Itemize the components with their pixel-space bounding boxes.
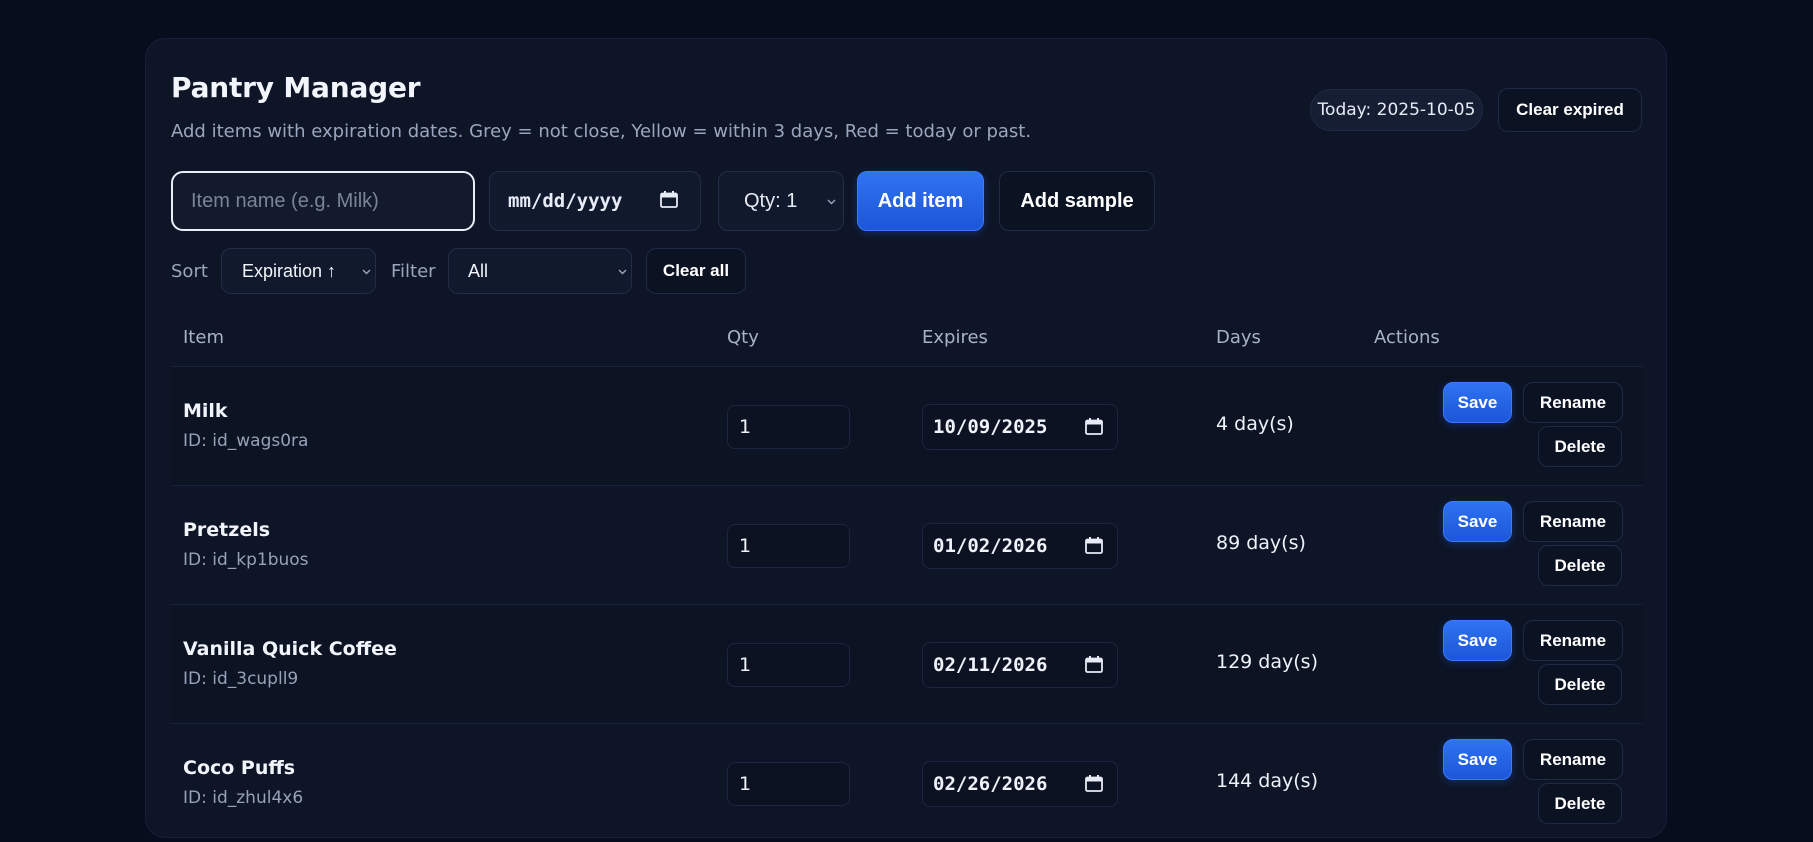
quantity-select[interactable]: Qty: 1 (718, 171, 844, 231)
chevron-down-icon (618, 269, 627, 275)
calendar-icon[interactable] (1085, 656, 1103, 673)
quantity-field[interactable]: 1 (727, 405, 850, 449)
rename-button[interactable]: Rename (1523, 501, 1623, 542)
item-id: ID: id_wags0ra (183, 431, 309, 451)
clear-expired-button[interactable]: Clear expired (1498, 88, 1642, 132)
chevron-down-icon (827, 199, 836, 205)
column-header-expires: Expires (922, 327, 988, 348)
item-name: Coco Puffs (183, 757, 296, 779)
column-header-qty: Qty (727, 327, 759, 348)
days-remaining: 4 day(s) (1216, 413, 1294, 435)
days-remaining: 144 day(s) (1216, 770, 1318, 792)
column-header-actions: Actions (1374, 327, 1440, 348)
quantity-field[interactable]: 1 (727, 524, 850, 568)
expiration-date-value: 01/02/2026 (933, 535, 1048, 557)
delete-button[interactable]: Delete (1538, 426, 1622, 467)
rename-button[interactable]: Rename (1523, 739, 1623, 780)
sort-select[interactable]: Expiration ↑ (221, 248, 376, 294)
table-row: Vanilla Quick Coffee ID: id_3cupll9 1 02… (171, 604, 1643, 723)
days-remaining: 89 day(s) (1216, 532, 1306, 554)
item-name: Pretzels (183, 519, 271, 541)
pantry-card: Pantry Manager Add items with expiration… (145, 38, 1667, 838)
quantity-field[interactable]: 1 (727, 762, 850, 806)
expiration-date-field[interactable]: 02/26/2026 (922, 761, 1118, 807)
expiration-date-field[interactable]: 02/11/2026 (922, 642, 1118, 688)
expiration-date-value: 02/11/2026 (933, 654, 1048, 676)
filter-selected: All (468, 260, 489, 281)
rename-button[interactable]: Rename (1523, 382, 1623, 423)
add-item-button[interactable]: Add item (857, 171, 984, 231)
item-name-placeholder: Item name (e.g. Milk) (191, 189, 379, 212)
item-name: Milk (183, 400, 228, 422)
table-row: Pretzels ID: id_kp1buos 1 01/02/2026 89 … (171, 485, 1643, 604)
delete-button[interactable]: Delete (1538, 545, 1622, 586)
quantity-field[interactable]: 1 (727, 643, 850, 687)
sort-label: Sort (171, 261, 208, 282)
calendar-icon[interactable] (660, 191, 678, 208)
column-header-days: Days (1216, 327, 1261, 348)
clear-all-button[interactable]: Clear all (646, 248, 746, 294)
chevron-down-icon (362, 269, 371, 275)
quantity-selected: Qty: 1 (744, 189, 798, 212)
days-remaining: 129 day(s) (1216, 651, 1318, 673)
item-id: ID: id_zhul4x6 (183, 788, 304, 808)
table-row: Coco Puffs ID: id_zhul4x6 1 02/26/2026 1… (171, 723, 1643, 842)
save-button[interactable]: Save (1443, 620, 1512, 661)
rename-button[interactable]: Rename (1523, 620, 1623, 661)
expiration-date-field[interactable]: 01/02/2026 (922, 523, 1118, 569)
today-badge: Today: 2025-10-05 (1310, 89, 1483, 131)
date-placeholder: mm/dd/yyyy (508, 190, 623, 212)
item-name: Vanilla Quick Coffee (183, 638, 397, 660)
filter-label: Filter (391, 261, 436, 282)
item-name-input[interactable]: Item name (e.g. Milk) (171, 171, 475, 231)
calendar-icon[interactable] (1085, 418, 1103, 435)
page-subtitle: Add items with expiration dates. Grey = … (171, 121, 1032, 142)
page-title: Pantry Manager (171, 71, 421, 104)
expiration-date-value: 02/26/2026 (933, 773, 1048, 795)
expiration-date-input[interactable]: mm/dd/yyyy (489, 171, 701, 231)
save-button[interactable]: Save (1443, 501, 1512, 542)
filter-select[interactable]: All (448, 248, 632, 294)
item-id: ID: id_kp1buos (183, 550, 309, 570)
column-header-item: Item (183, 327, 224, 348)
calendar-icon[interactable] (1085, 537, 1103, 554)
calendar-icon[interactable] (1085, 775, 1103, 792)
add-sample-button[interactable]: Add sample (999, 171, 1155, 231)
save-button[interactable]: Save (1443, 739, 1512, 780)
delete-button[interactable]: Delete (1538, 664, 1622, 705)
expiration-date-field[interactable]: 10/09/2025 (922, 404, 1118, 450)
table-row: Milk ID: id_wags0ra 1 10/09/2025 4 day(s… (171, 366, 1643, 485)
sort-selected: Expiration ↑ (242, 260, 337, 281)
expiration-date-value: 10/09/2025 (933, 416, 1048, 438)
save-button[interactable]: Save (1443, 382, 1512, 423)
item-id: ID: id_3cupll9 (183, 669, 299, 689)
